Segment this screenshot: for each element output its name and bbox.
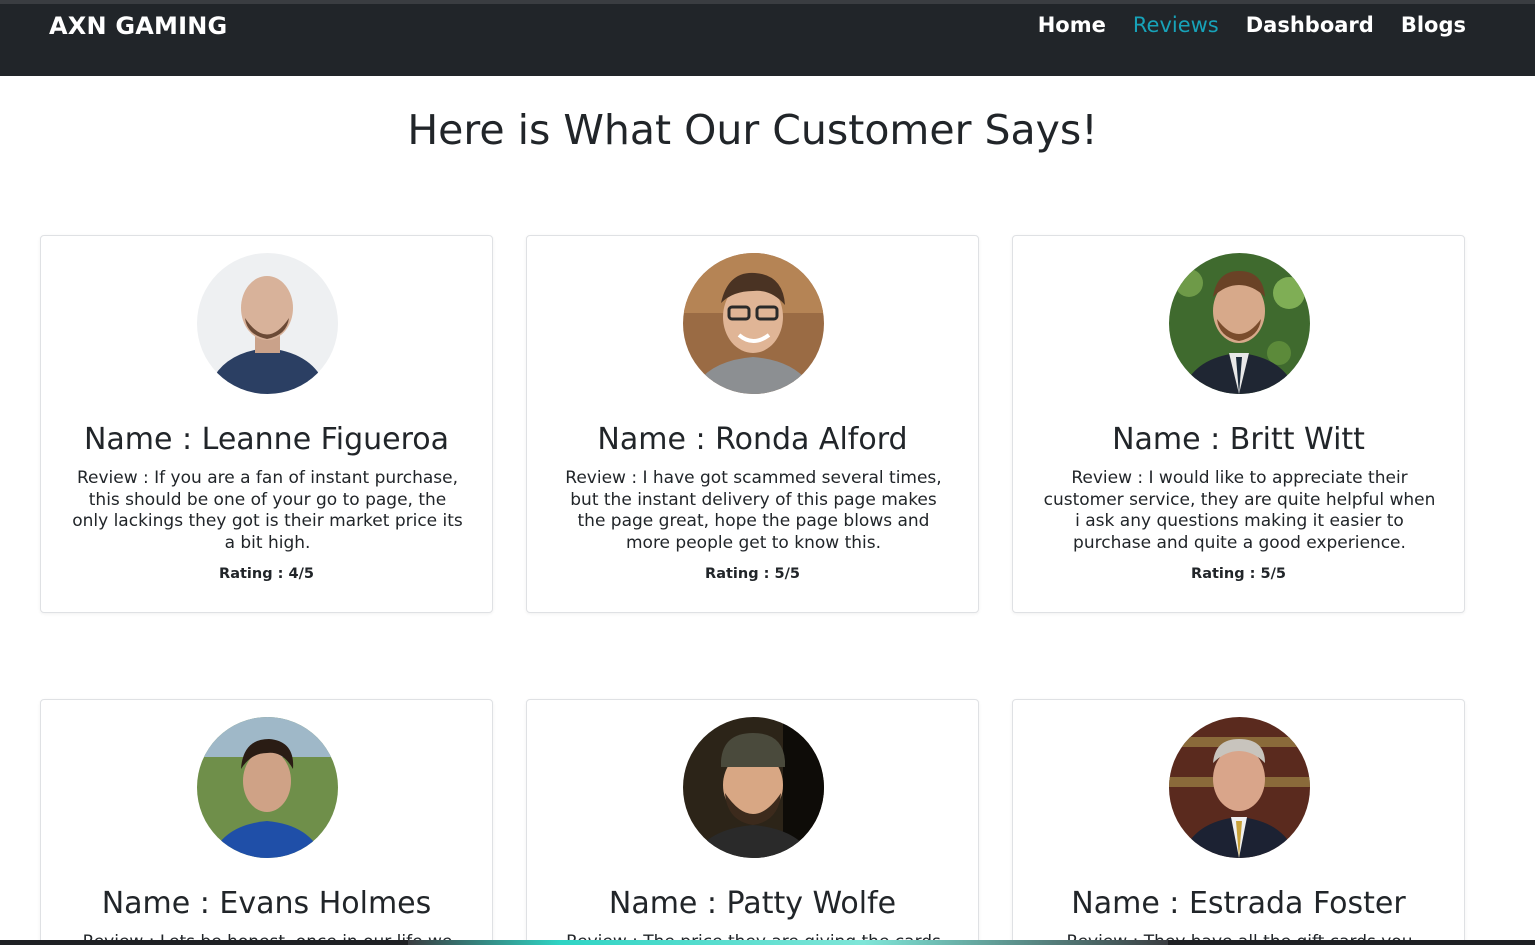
brand-logo[interactable]: AXN GAMING (49, 12, 227, 40)
rating: Rating : 5/5 (1191, 566, 1286, 582)
nav-link-blogs[interactable]: Blogs (1401, 13, 1466, 37)
review-card: Name : Leanne Figueroa Review : If you a… (40, 235, 493, 613)
reviewer-name: Name : Leanne Figueroa (83, 422, 450, 457)
avatar (683, 717, 824, 858)
avatar (1169, 717, 1310, 858)
avatar (197, 253, 338, 394)
reviewer-name: Name : Ronda Alford (597, 422, 908, 457)
review-text: Review : If you are a fan of instant pur… (72, 468, 463, 553)
page-title: Here is What Our Customer Says! (407, 106, 1098, 154)
navbar: AXN GAMING Home Reviews Dashboard Blogs (0, 4, 1535, 76)
nav-links: Home Reviews Dashboard Blogs (1038, 13, 1466, 37)
avatar (197, 717, 338, 858)
review-card: Name : Patty Wolfe Review : The price th… (526, 699, 979, 945)
review-card: Name : Estrada Foster Review : They have… (1012, 699, 1465, 945)
nav-link-home[interactable]: Home (1038, 13, 1106, 37)
nav-link-reviews[interactable]: Reviews (1133, 13, 1219, 37)
review-card: Name : Ronda Alford Review : I have got … (526, 235, 979, 613)
reviewer-name: Name : Patty Wolfe (608, 886, 897, 921)
rating: Rating : 5/5 (705, 566, 800, 582)
avatar (683, 253, 824, 394)
rating: Rating : 4/5 (219, 566, 314, 582)
nav-link-dashboard[interactable]: Dashboard (1246, 13, 1374, 37)
bottom-taskbar-edge (0, 940, 1535, 945)
reviewer-name: Name : Estrada Foster (1071, 886, 1406, 921)
review-card: Name : Britt Witt Review : I would like … (1012, 235, 1465, 613)
avatar (1169, 253, 1310, 394)
taskbar-highlight (408, 940, 1168, 945)
reviewer-name: Name : Evans Holmes (101, 886, 432, 921)
review-card: Name : Evans Holmes Review : Lets be hon… (40, 699, 493, 945)
review-text: Review : I have got scammed several time… (565, 468, 942, 553)
reviewer-name: Name : Britt Witt (1112, 422, 1365, 457)
review-text: Review : I would like to appreciate thei… (1043, 468, 1436, 553)
